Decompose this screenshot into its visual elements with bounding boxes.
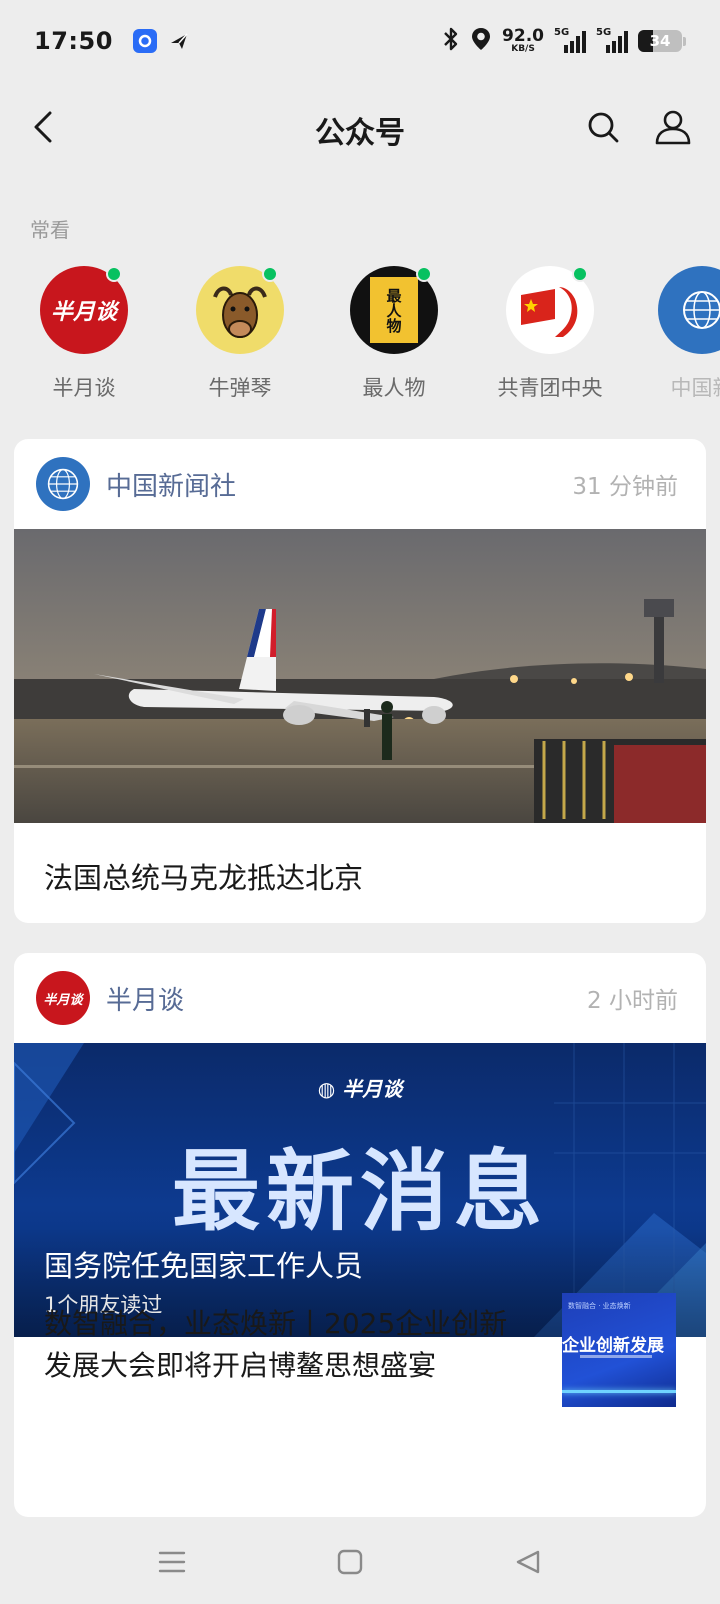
status-indicators: 92.0 KB/S 5G 5G 34 xyxy=(442,26,686,56)
profile-button[interactable] xyxy=(650,104,696,150)
sim1-signal-icon: 5G xyxy=(554,27,586,53)
avatar-logo-text: 最人物 xyxy=(384,287,403,333)
unread-dot xyxy=(572,266,588,282)
home-square-icon xyxy=(337,1549,363,1575)
notification-icons xyxy=(132,29,191,53)
account-name: 共青团中央 xyxy=(497,376,603,400)
network-speed: 92.0 KB/S xyxy=(502,28,544,54)
frequent-section-label: 常看 xyxy=(30,218,70,242)
unread-dot xyxy=(106,266,122,282)
search-button[interactable] xyxy=(580,104,626,150)
system-back-button[interactable] xyxy=(498,1538,558,1586)
frequent-accounts-row[interactable]: 半月谈 半月谈 牛弹琴 最人物 最人物 共青团中央 中国 xyxy=(0,266,720,406)
thumbnail-caption: 数智融合 · 业态焕新 xyxy=(568,1302,631,1310)
battery-icon: 34 xyxy=(638,30,686,52)
frequent-account-item[interactable]: 半月谈 半月谈 xyxy=(14,266,154,402)
status-bar: 17:50 92.0 KB/S 5G 5G 34 xyxy=(0,0,720,82)
network-speed-unit: KB/S xyxy=(511,44,535,54)
sub-article-title[interactable]: 数智融合，业态焕新丨2025企业创新发展大会即将开启博鳌思想盛宴 xyxy=(44,1303,524,1387)
network-speed-value: 92.0 xyxy=(502,26,544,46)
account-name: 最人物 xyxy=(362,376,426,400)
menu-button[interactable] xyxy=(142,1538,202,1586)
sim2-signal-icon: 5G xyxy=(596,27,628,53)
globe-logo-icon: ◍ xyxy=(317,1077,343,1101)
person-icon xyxy=(655,110,691,145)
sub-article-item[interactable]: 数智融合，业态焕新丨2025企业创新发展大会即将开启博鳌思想盛宴 数智融合 · … xyxy=(14,1273,706,1413)
paper-plane-icon xyxy=(167,29,191,53)
banner-brand-logo: ◍ 半月谈 xyxy=(14,1073,706,1102)
account-avatar[interactable]: 半月谈 xyxy=(36,971,90,1025)
system-navigation-bar xyxy=(0,1518,720,1604)
account-name: 半月谈 xyxy=(52,376,116,400)
account-name: 中国新 xyxy=(670,376,720,400)
feed-card[interactable]: 中国新闻社 31 分钟前 法国总统马克龙抵达北京 xyxy=(14,439,706,923)
banner-brand-text: 半月谈 xyxy=(342,1077,403,1101)
account-name: 牛弹琴 xyxy=(208,376,272,400)
frequent-account-item[interactable]: 牛弹琴 xyxy=(170,266,310,402)
location-icon xyxy=(470,26,492,56)
thumbnail-divider xyxy=(580,1355,652,1358)
thumbnail-headline: 企业创新发展 xyxy=(562,1336,664,1356)
account-name[interactable]: 中国新闻社 xyxy=(106,466,236,503)
avatar-logo-text: 半月谈 xyxy=(50,300,117,325)
frequent-account-item[interactable]: 中国新 xyxy=(632,266,720,402)
feed-card[interactable]: 半月谈 半月谈 2 小时前 ◍ 半月谈 最新消息 国务院任免国家工作人员 1个朋… xyxy=(14,953,706,1517)
youth-league-logo-icon xyxy=(521,287,578,337)
avatar-logo-text: 半月谈 xyxy=(43,992,83,1008)
top-navigation-bar: 公众号 xyxy=(0,82,720,172)
bluetooth-icon xyxy=(442,26,460,56)
account-name[interactable]: 半月谈 xyxy=(106,980,184,1017)
card-header[interactable]: 半月谈 半月谈 2 小时前 xyxy=(14,953,706,1043)
menu-icon xyxy=(158,1551,186,1573)
search-icon xyxy=(588,112,619,143)
article-title[interactable]: 法国总统马克龙抵达北京 xyxy=(14,823,706,923)
article-cover-image[interactable] xyxy=(14,529,706,823)
account-avatar[interactable] xyxy=(36,457,90,511)
card-header[interactable]: 中国新闻社 31 分钟前 xyxy=(14,439,706,529)
unread-dot xyxy=(262,266,278,282)
post-time: 31 分钟前 xyxy=(572,474,678,500)
unread-dot xyxy=(416,266,432,282)
frequent-account-item[interactable]: 共青团中央 xyxy=(480,266,620,402)
globe-logo-icon xyxy=(47,468,79,500)
battery-level: 34 xyxy=(649,32,671,50)
back-triangle-icon xyxy=(516,1550,540,1574)
frequent-account-item[interactable]: 最人物 最人物 xyxy=(324,266,464,402)
status-time: 17:50 xyxy=(34,27,113,55)
account-avatar xyxy=(658,266,720,354)
globe-logo-icon xyxy=(683,291,720,329)
post-time: 2 小时前 xyxy=(587,988,678,1014)
sub-article-thumbnail[interactable]: 数智融合 · 业态焕新 企业创新发展 xyxy=(562,1293,676,1407)
app-notification-icon xyxy=(132,29,157,53)
thumbnail-glow-line xyxy=(562,1390,676,1393)
home-button[interactable] xyxy=(320,1538,380,1586)
bull-head-icon xyxy=(213,286,267,338)
